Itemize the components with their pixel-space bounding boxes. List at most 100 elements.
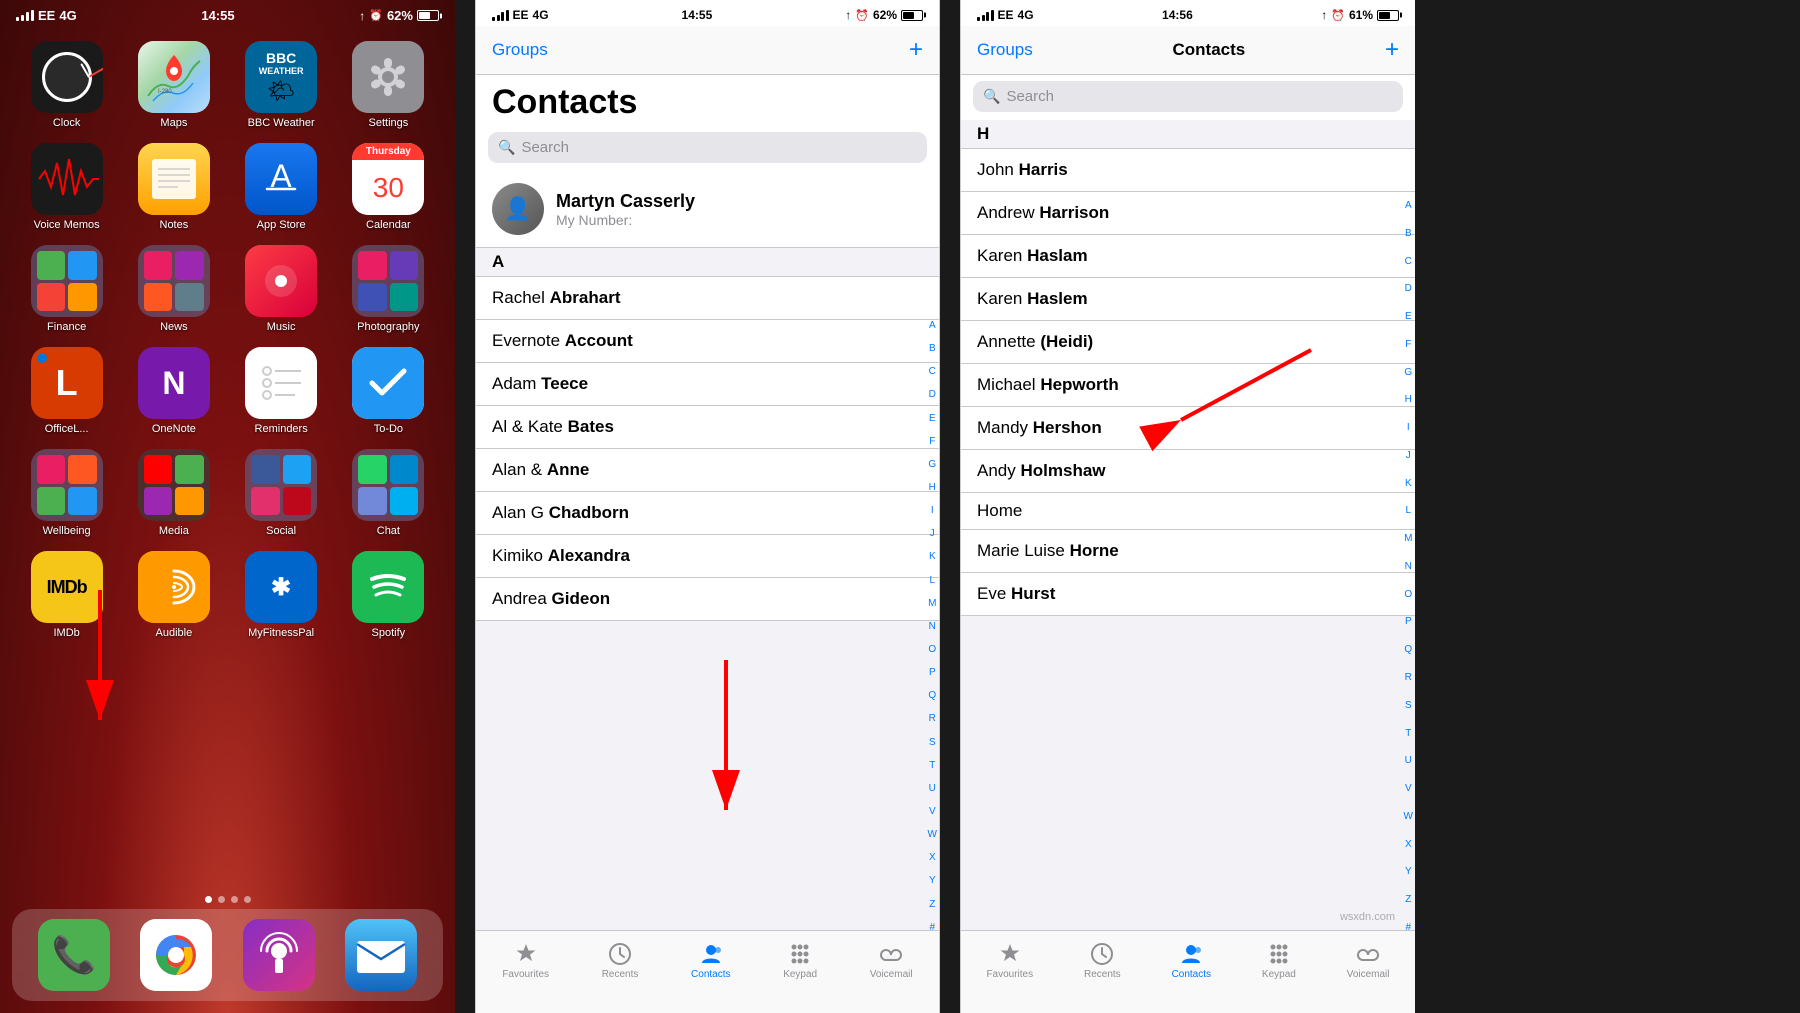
- app-wellbeing[interactable]: Wellbeing: [20, 449, 113, 537]
- app-photography[interactable]: Photography: [342, 245, 435, 333]
- app-clock[interactable]: Clock: [20, 41, 113, 129]
- app-audible[interactable]: Audible: [127, 551, 220, 639]
- p3-contact-2[interactable]: Andrew Harrison: [961, 192, 1415, 235]
- p3-tab-voicemail[interactable]: Voicemail: [1347, 941, 1390, 980]
- app-todo[interactable]: To-Do: [342, 347, 435, 435]
- p2-tab-voicemail[interactable]: Voicemail: [870, 941, 913, 980]
- clock-time: 14:55: [201, 8, 234, 23]
- p2-alpha-index[interactable]: A B C D E F G H I J K L M N O P Q R S T …: [928, 320, 937, 933]
- mfp-svg: ✱: [245, 551, 317, 623]
- p2-tab-favourites[interactable]: Favourites: [502, 941, 549, 980]
- app-news[interactable]: News: [127, 245, 220, 333]
- p2-search-input-wrapper[interactable]: 🔍 Search: [488, 132, 927, 163]
- app-notes[interactable]: Notes: [127, 143, 220, 231]
- dock-mail[interactable]: [335, 919, 427, 991]
- p3-contact-8-last: Holmshaw: [1020, 461, 1105, 480]
- dock-phone[interactable]: 📞: [28, 919, 120, 991]
- p2-my-card[interactable]: 👤 Martyn Casserly My Number:: [476, 171, 939, 248]
- p3-contact-9[interactable]: Marie Luise Horne: [961, 530, 1415, 573]
- p3-contact-7[interactable]: Mandy Hershon: [961, 407, 1415, 450]
- p3-tab-recents[interactable]: Recents: [1084, 941, 1121, 980]
- status-bar-phone2: EE 4G 14:55 ↑ ⏰ 62%: [476, 0, 939, 26]
- p3-contact-5[interactable]: Annette (Heidi): [961, 321, 1415, 364]
- photo-mini-1: [358, 251, 387, 280]
- p2-contact-7[interactable]: Kimiko Alexandra: [476, 535, 939, 578]
- app-officelens[interactable]: L OfficeL...: [20, 347, 113, 435]
- reminders-label: Reminders: [255, 423, 308, 435]
- app-finance[interactable]: Finance: [20, 245, 113, 333]
- app-chat[interactable]: Chat: [342, 449, 435, 537]
- folder-mini-3: [37, 283, 66, 312]
- p2-contact-5-last: Anne: [547, 460, 590, 479]
- p3-contact-6[interactable]: Michael Hepworth: [961, 364, 1415, 407]
- p3-contact-5-last: (Heidi): [1040, 332, 1093, 351]
- p3-add-contact-button[interactable]: +: [1385, 36, 1399, 64]
- app-settings[interactable]: Settings: [342, 41, 435, 129]
- p2-contact-8[interactable]: Andrea Gideon: [476, 578, 939, 621]
- app-store[interactable]: A App Store: [235, 143, 328, 231]
- maps-icon: I-280: [138, 41, 210, 113]
- spacer-1: [455, 0, 475, 1013]
- p3-contact-4[interactable]: Karen Haslem: [961, 278, 1415, 321]
- app-maps[interactable]: I-280 Maps: [127, 41, 220, 129]
- onenote-label: OneNote: [152, 423, 196, 435]
- page-dot-3: [231, 896, 238, 903]
- p2-tab-contacts[interactable]: Contacts: [691, 941, 730, 980]
- folder-mini-4: [68, 283, 97, 312]
- phone-svg: 📞: [38, 919, 110, 991]
- p3-contact-10[interactable]: Eve Hurst: [961, 573, 1415, 616]
- news-label: News: [160, 321, 188, 333]
- app-spotify[interactable]: Spotify: [342, 551, 435, 639]
- p3-contact-10-last: Hurst: [1011, 584, 1055, 603]
- p3-tab-keypad-label: Keypad: [1262, 969, 1296, 980]
- p2-tab-recents-label: Recents: [602, 969, 639, 980]
- p2-tab-keypad[interactable]: Keypad: [783, 941, 817, 980]
- p3-tab-keypad[interactable]: Keypad: [1262, 941, 1296, 980]
- p3-recents-icon: [1089, 941, 1115, 967]
- app-music[interactable]: ♪ Music: [235, 245, 328, 333]
- social-folder-icon: [245, 449, 317, 521]
- dock-chrome[interactable]: [130, 919, 222, 991]
- p3-voicemail-icon: [1355, 941, 1381, 967]
- app-calendar[interactable]: Thursday 30 Calendar: [342, 143, 435, 231]
- dock-podcasts[interactable]: [233, 919, 325, 991]
- p3-contact-8[interactable]: Andy Holmshaw: [961, 450, 1415, 493]
- p3-groups-link[interactable]: Groups: [977, 40, 1033, 60]
- p2-contacts-scroll[interactable]: A Rachel Abrahart Evernote Account Adam …: [476, 248, 939, 883]
- p3-contact-3[interactable]: Karen Haslam: [961, 235, 1415, 278]
- voice-memos-svg: [31, 143, 103, 215]
- officelens-label: OfficeL...: [45, 423, 89, 435]
- p2-title: Contacts: [492, 83, 923, 122]
- p2-contact-2[interactable]: Evernote Account: [476, 320, 939, 363]
- p2-tab-recents[interactable]: Recents: [602, 941, 639, 980]
- p3-tab-contacts[interactable]: Contacts: [1172, 941, 1211, 980]
- notes-icon: [138, 143, 210, 215]
- right-fill: [1415, 0, 1800, 1013]
- app-social[interactable]: Social: [235, 449, 328, 537]
- p2-contact-1[interactable]: Rachel Abrahart: [476, 277, 939, 320]
- p2-contact-2-last: Account: [565, 331, 633, 350]
- p3-alpha-index[interactable]: A B C D E F G H I J K L M N O P Q R S T …: [1404, 200, 1413, 933]
- p2-groups-link[interactable]: Groups: [492, 40, 548, 60]
- photo-mini-4: [390, 283, 419, 312]
- battery-icon: [417, 10, 439, 21]
- p2-contact-6[interactable]: Alan G Chadborn: [476, 492, 939, 535]
- p3-contact-1[interactable]: John Harris: [961, 149, 1415, 192]
- p3-status-right: ↑ ⏰ 61%: [1321, 8, 1399, 22]
- p2-contact-4[interactable]: Al & Kate Bates: [476, 406, 939, 449]
- p3-search-input-wrapper[interactable]: 🔍 Search: [973, 81, 1403, 112]
- app-media[interactable]: Media: [127, 449, 220, 537]
- app-myfitnesspal[interactable]: ✱ MyFitnessPal: [235, 551, 328, 639]
- p3-section-h: H: [961, 120, 1415, 149]
- app-bbc-weather[interactable]: BBC WEATHER 🌤 BBC Weather: [235, 41, 328, 129]
- p3-tab-favourites[interactable]: Favourites: [986, 941, 1033, 980]
- app-voice-memos[interactable]: Voice Memos: [20, 143, 113, 231]
- p2-contact-3[interactable]: Adam Teece: [476, 363, 939, 406]
- app-reminders[interactable]: Reminders: [235, 347, 328, 435]
- signal-bar-2: [21, 15, 24, 21]
- p2-add-contact-button[interactable]: +: [909, 36, 923, 64]
- p2-contact-5[interactable]: Alan & Anne: [476, 449, 939, 492]
- app-imdb[interactable]: IMDb IMDb: [20, 551, 113, 639]
- spotify-label: Spotify: [372, 627, 406, 639]
- app-onenote[interactable]: N OneNote: [127, 347, 220, 435]
